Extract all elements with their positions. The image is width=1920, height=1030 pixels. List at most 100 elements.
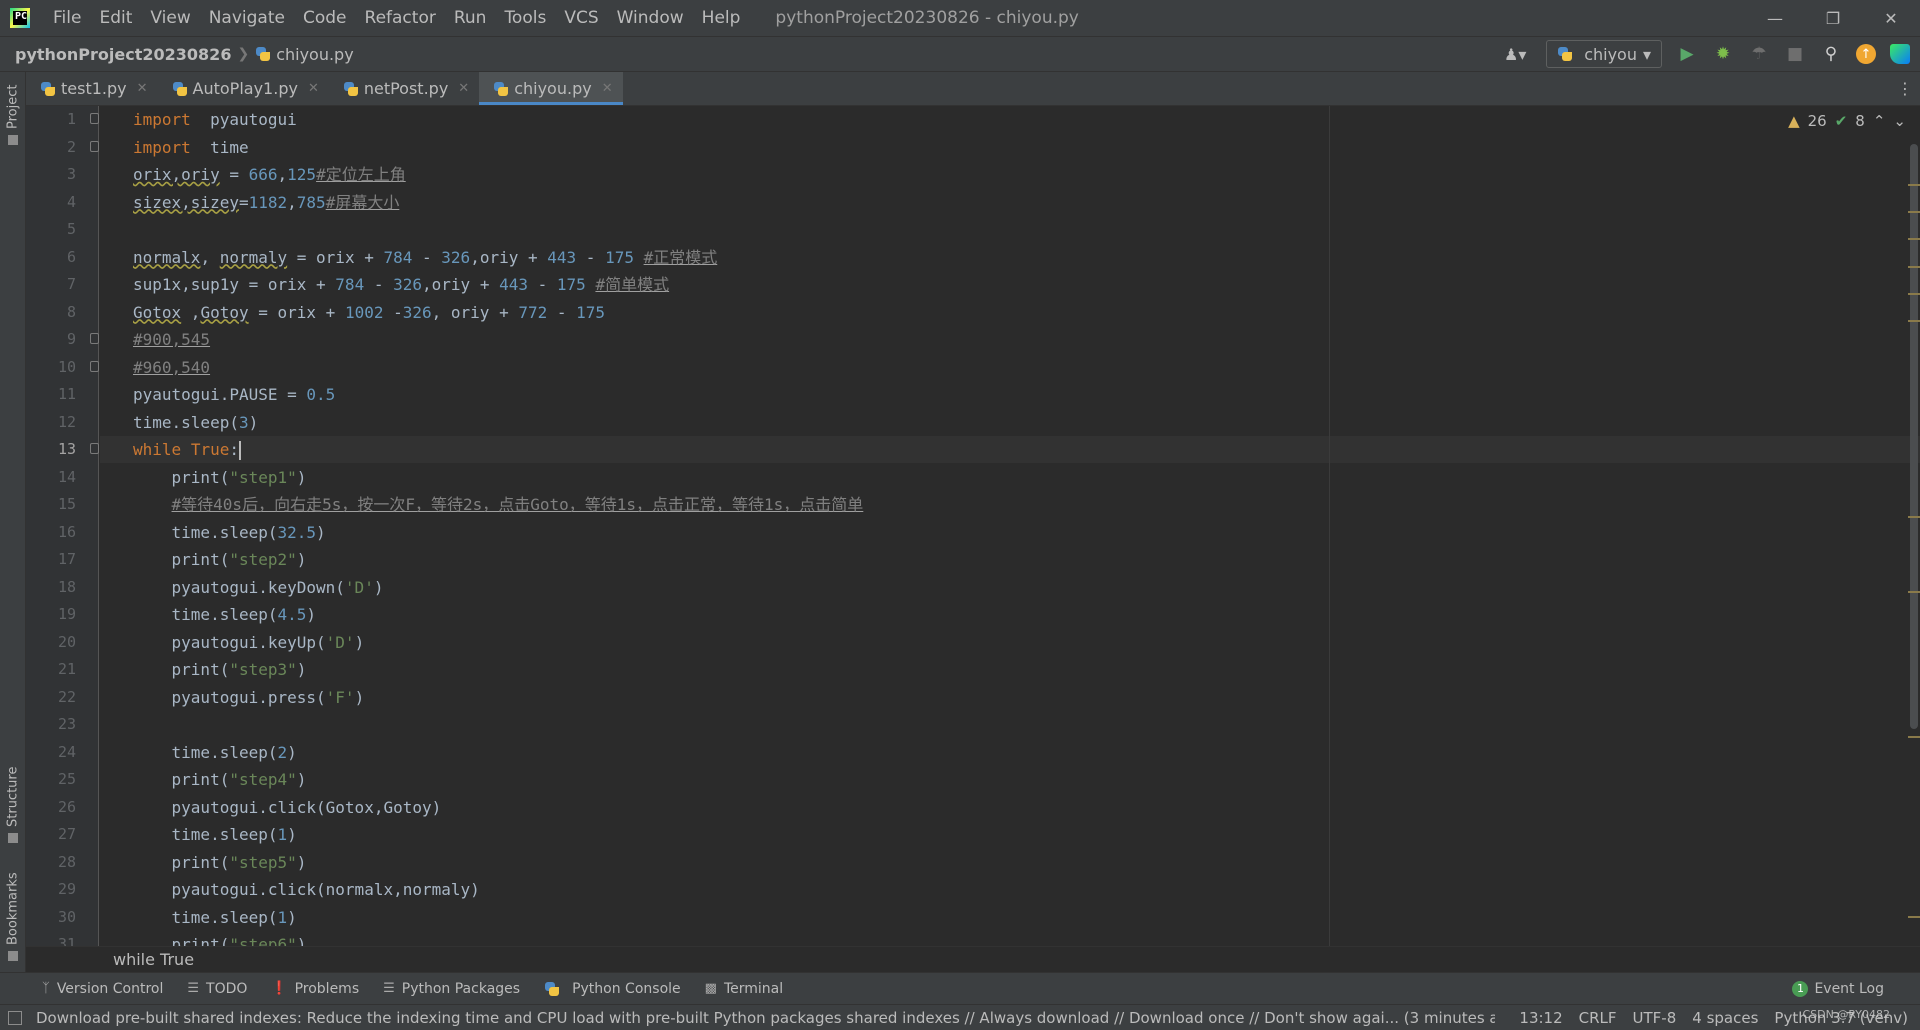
restore-icon[interactable]: ❐: [1804, 0, 1862, 36]
problems-tool[interactable]: ❗ Problems: [259, 981, 371, 997]
event-log-tool[interactable]: 1 Event Log: [1792, 980, 1920, 997]
error-stripe-marker[interactable]: [1908, 293, 1920, 295]
menu-code[interactable]: Code: [294, 0, 356, 36]
code-line[interactable]: 23: [58, 711, 1920, 738]
code-line[interactable]: 27 time.sleep(1): [58, 821, 1920, 848]
menu-vcs[interactable]: VCS: [555, 0, 607, 36]
code-line[interactable]: 17 print("step2"): [58, 546, 1920, 573]
fold-marker-icon[interactable]: [90, 140, 99, 152]
code-line[interactable]: 15 #等待40s后，向右走5s，按一次F，等待2s，点击Goto，等待1s，点…: [58, 491, 1920, 518]
file-encoding[interactable]: UTF-8: [1633, 1009, 1677, 1027]
error-stripe-marker[interactable]: [1908, 211, 1920, 213]
minimize-icon[interactable]: —: [1746, 0, 1804, 36]
breadcrumb-project[interactable]: pythonProject20230826: [15, 45, 231, 64]
code-line[interactable]: 4 sizex,sizey=1182,785#屏幕大小: [67, 189, 1920, 216]
close-icon[interactable]: ✕: [137, 81, 148, 96]
tab-netpost[interactable]: netPost.py ✕: [329, 72, 479, 105]
run-config-selector[interactable]: chiyou ▾: [1546, 40, 1662, 68]
close-icon[interactable]: ✕: [308, 81, 319, 96]
terminal-tool[interactable]: ▩ Terminal: [693, 981, 795, 997]
line-separator[interactable]: CRLF: [1579, 1009, 1617, 1027]
caret-position[interactable]: 13:12: [1519, 1009, 1562, 1027]
error-stripe-marker[interactable]: [1908, 238, 1920, 240]
error-stripe-marker[interactable]: [1908, 184, 1920, 186]
code-line[interactable]: 1 import pyautogui: [67, 106, 1920, 133]
run-icon[interactable]: ▶: [1676, 43, 1698, 65]
fold-marker-icon[interactable]: [90, 360, 99, 372]
user-account-icon[interactable]: ♟▾: [1498, 45, 1532, 64]
editor-scrollbar[interactable]: [1908, 136, 1920, 946]
stop-icon[interactable]: ■: [1784, 43, 1806, 65]
error-stripe-marker[interactable]: [1908, 591, 1920, 593]
close-window-icon[interactable]: ✕: [1862, 0, 1920, 36]
code-line[interactable]: 31 print("step6"): [58, 931, 1920, 946]
code-line[interactable]: 24 time.sleep(2): [58, 739, 1920, 766]
chevron-down-icon[interactable]: ⌄: [1893, 112, 1906, 130]
code-line[interactable]: 9 #900,545: [67, 326, 1920, 353]
code-line[interactable]: 26 pyautogui.click(Gotox,Gotoy): [58, 794, 1920, 821]
close-icon[interactable]: ✕: [458, 81, 469, 96]
code-line[interactable]: 14 print("step1"): [58, 464, 1920, 491]
code-line[interactable]: 29 pyautogui.click(normalx,normaly): [58, 876, 1920, 903]
menu-help[interactable]: Help: [693, 0, 750, 36]
code-area[interactable]: 1 import pyautogui 2 import time 3 orix,oriy …: [58, 106, 1920, 946]
scrollbar-thumb[interactable]: [1910, 144, 1918, 729]
fold-marker-icon[interactable]: [90, 333, 99, 344]
code-line[interactable]: 22 pyautogui.press('F'): [58, 684, 1920, 711]
fold-marker-icon[interactable]: [90, 113, 99, 124]
inspection-widget[interactable]: ▲ 26 ✔ 8 ⌃ ⌄: [1788, 112, 1906, 130]
version-control-tool[interactable]: ᛉ Version Control: [30, 981, 175, 997]
code-breadcrumb[interactable]: while True: [26, 946, 1920, 972]
coverage-icon[interactable]: ☂: [1748, 43, 1770, 65]
menu-view[interactable]: View: [141, 0, 199, 36]
menu-file[interactable]: File: [44, 0, 90, 36]
code-editor[interactable]: 1 import pyautogui 2 import time 3 orix,oriy …: [26, 106, 1920, 946]
debug-bug-icon[interactable]: ✹: [1712, 43, 1734, 65]
todo-tool[interactable]: ☰ TODO: [175, 981, 259, 997]
update-icon[interactable]: ↑: [1856, 44, 1876, 64]
code-line[interactable]: 11 pyautogui.PAUSE = 0.5: [58, 381, 1920, 408]
indent-setting[interactable]: 4 spaces: [1692, 1009, 1758, 1027]
fold-marker-icon[interactable]: [90, 443, 99, 454]
code-line[interactable]: 16 time.sleep(32.5): [58, 519, 1920, 546]
code-line[interactable]: 20 pyautogui.keyUp('D'): [58, 629, 1920, 656]
error-stripe-marker[interactable]: [1908, 516, 1920, 518]
code-line[interactable]: 7 sup1x,sup1y = orix + 784 - 326,oriy + 4…: [67, 271, 1920, 298]
toggle-tool-windows-icon[interactable]: [8, 1010, 22, 1025]
code-line[interactable]: 28 print("step5"): [58, 849, 1920, 876]
breadcrumb-file[interactable]: chiyou.py: [255, 45, 354, 64]
project-tool-tab[interactable]: Project: [0, 80, 26, 150]
menu-window[interactable]: Window: [608, 0, 693, 36]
code-line[interactable]: 19 time.sleep(4.5): [58, 601, 1920, 628]
code-line[interactable]: 6 normalx, normaly = orix + 784 - 326,ori…: [67, 244, 1920, 271]
code-line[interactable]: 13 while True:: [58, 436, 1920, 463]
menu-refactor[interactable]: Refactor: [356, 0, 445, 36]
structure-tool-tab[interactable]: Structure: [0, 762, 26, 847]
code-line[interactable]: 12 time.sleep(3): [58, 409, 1920, 436]
bookmarks-tool-tab[interactable]: Bookmarks: [0, 867, 26, 967]
code-line[interactable]: 25 print("step4"): [58, 766, 1920, 793]
code-line[interactable]: 18 pyautogui.keyDown('D'): [58, 574, 1920, 601]
code-line[interactable]: 8 Gotox ,Gotoy = orix + 1002 -326, oriy +…: [67, 299, 1920, 326]
error-stripe-marker[interactable]: [1908, 266, 1920, 268]
status-message[interactable]: Download pre-built shared indexes: Reduc…: [36, 1009, 1495, 1027]
error-stripe-marker[interactable]: [1908, 320, 1920, 322]
jetbrains-toolbox-icon[interactable]: [1890, 44, 1910, 64]
error-stripe-marker[interactable]: [1908, 916, 1920, 918]
code-line[interactable]: 21 print("step3"): [58, 656, 1920, 683]
error-stripe-marker[interactable]: [1908, 736, 1920, 738]
code-line[interactable]: 30 time.sleep(1): [58, 904, 1920, 931]
python-console-tool[interactable]: Python Console: [532, 981, 693, 997]
code-line[interactable]: 5: [67, 216, 1920, 243]
python-packages-tool[interactable]: ☰ Python Packages: [371, 981, 532, 997]
code-line[interactable]: 2 import time: [67, 134, 1920, 161]
tab-test1[interactable]: test1.py ✕: [26, 72, 158, 105]
tab-chiyou[interactable]: chiyou.py ✕: [479, 72, 624, 105]
chevron-up-icon[interactable]: ⌃: [1873, 112, 1886, 130]
search-icon[interactable]: ⚲: [1820, 43, 1842, 65]
menu-navigate[interactable]: Navigate: [200, 0, 294, 36]
close-icon[interactable]: ✕: [602, 81, 613, 96]
code-line[interactable]: 10 #960,540: [58, 354, 1920, 381]
menu-tools[interactable]: Tools: [495, 0, 555, 36]
code-line[interactable]: 3 orix,oriy = 666,125#定位左上角: [67, 161, 1920, 188]
